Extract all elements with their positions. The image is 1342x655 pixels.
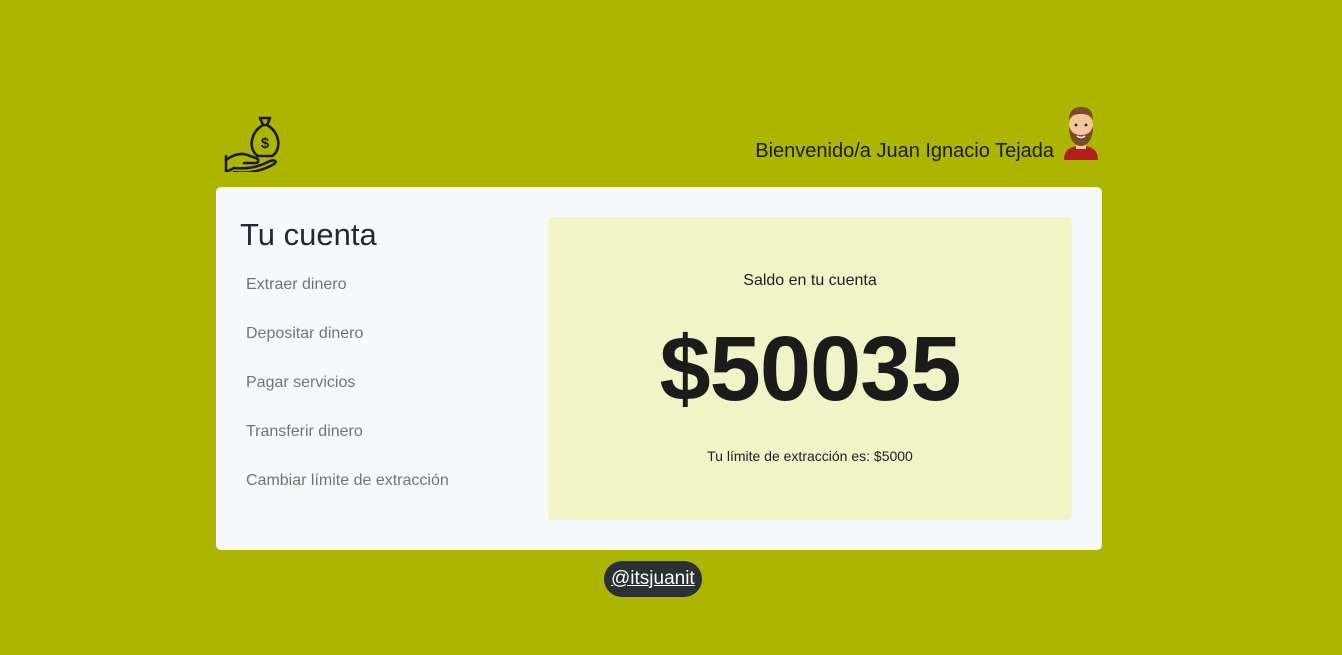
extraction-limit: Tu límite de extracción es: $5000 [707,448,913,464]
welcome-message: Bienvenido/a Juan Ignacio Tejada [755,140,1054,162]
svg-text:$: $ [261,135,270,152]
page-container: $ Bienvenido/a Juan Ignacio Tejada Tu cu… [216,104,1102,550]
menu-item-transferir-dinero[interactable]: Transferir dinero [246,422,449,471]
account-title: Tu cuenta [240,217,377,252]
man-avatar-icon [1064,107,1098,160]
menu-item-pagar-servicios[interactable]: Pagar servicios [246,373,449,422]
menu-item-cambiar-limite[interactable]: Cambiar límite de extracción [246,471,449,520]
header: $ Bienvenido/a Juan Ignacio Tejada [216,104,1102,187]
menu-item-extraer-dinero[interactable]: Extraer dinero [246,275,449,324]
balance-label: Saldo en tu cuenta [743,272,877,289]
account-card: Tu cuenta Extraer dinero Depositar diner… [216,187,1102,550]
balance-amount: $50035 [659,318,962,420]
menu-item-depositar-dinero[interactable]: Depositar dinero [246,324,449,373]
hand-money-bag-icon: $ [224,116,280,172]
account-menu: Extraer dinero Depositar dinero Pagar se… [246,275,449,520]
balance-panel: Saldo en tu cuenta $50035 Tu límite de e… [548,217,1072,520]
author-handle-link[interactable]: @itsjuanit [604,561,702,597]
